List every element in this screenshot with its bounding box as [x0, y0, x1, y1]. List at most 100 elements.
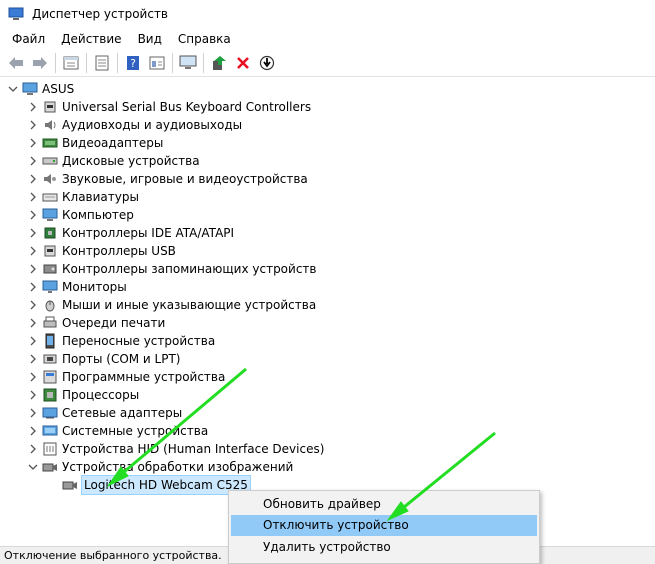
menu-bar: Файл Действие Вид Справка: [0, 28, 655, 50]
tree-item-label: Очереди печати: [62, 316, 166, 330]
tree-item-storage-controllers[interactable]: Контроллеры запоминающих устройств: [28, 260, 316, 278]
tree-item-usb-kbd-controllers[interactable]: Universal Serial Bus Keyboard Controller…: [28, 98, 311, 116]
tree-item-computer[interactable]: Компьютер: [28, 206, 134, 224]
toolbar: ?: [0, 50, 655, 77]
chevron-right-icon[interactable]: [28, 242, 38, 260]
tree-item-monitors[interactable]: Мониторы: [28, 278, 127, 296]
tree-item-mice[interactable]: Мыши и иные указывающие устройства: [28, 296, 316, 314]
tree-item-label: Контроллеры USB: [62, 244, 176, 258]
chevron-right-icon[interactable]: [28, 296, 38, 314]
chevron-right-icon[interactable]: [28, 350, 38, 368]
chevron-right-icon[interactable]: [28, 152, 38, 170]
tree-item-imaging-devices[interactable]: Устройства обработки изображений: [28, 458, 293, 476]
chevron-right-icon[interactable]: [28, 422, 38, 440]
tree-item-label: Видеоадаптеры: [62, 136, 164, 150]
tree-item-disk-drives[interactable]: Дисковые устройства: [28, 152, 200, 170]
toolbar-separator: [86, 53, 87, 73]
chevron-right-icon[interactable]: [28, 278, 38, 296]
chevron-down-icon[interactable]: [28, 458, 38, 476]
tree-item-usb-controllers[interactable]: Контроллеры USB: [28, 242, 176, 260]
tree-item-ide-controllers[interactable]: Контроллеры IDE ATA/ATAPI: [28, 224, 234, 242]
monitor-icon: [42, 279, 58, 295]
context-item-update-driver[interactable]: Обновить драйвер: [231, 494, 537, 515]
chip-icon: [42, 225, 58, 241]
network-icon: [42, 405, 58, 421]
tree-item-label: Звуковые, игровые и видеоустройства: [62, 172, 308, 186]
forward-arrow-icon[interactable]: [30, 53, 50, 73]
window-title: Диспетчер устройств: [32, 7, 169, 21]
menu-help[interactable]: Справка: [170, 32, 239, 46]
tree-root-label: ASUS: [42, 82, 75, 96]
device-manager-icon: [8, 7, 24, 21]
chevron-right-icon[interactable]: [28, 116, 38, 134]
refresh-icon[interactable]: [92, 53, 112, 73]
keyboard-icon: [42, 189, 58, 205]
menu-file[interactable]: Файл: [0, 32, 53, 46]
tree-item-audio-io[interactable]: Аудиовходы и аудиовыходы: [28, 116, 242, 134]
context-menu: Обновить драйвер Отключить устройство Уд…: [228, 490, 540, 564]
tree-item-video-adapters[interactable]: Видеоадаптеры: [28, 134, 163, 152]
tree-item-label: Порты (COM и LPT): [62, 352, 181, 366]
chevron-right-icon[interactable]: [28, 134, 38, 152]
chevron-right-icon[interactable]: [28, 332, 38, 350]
tree-item-print-queues[interactable]: Очереди печати: [28, 314, 165, 332]
tree-item-label: Мониторы: [62, 280, 127, 294]
chevron-right-icon[interactable]: [28, 170, 38, 188]
help-icon[interactable]: ?: [123, 53, 143, 73]
display-icon: [42, 135, 58, 151]
tree-item-label: Процессоры: [62, 388, 140, 402]
chevron-right-icon[interactable]: [28, 206, 38, 224]
tree-item-sound-video-game[interactable]: Звуковые, игровые и видеоустройства: [28, 170, 308, 188]
tree-item-hid-devices[interactable]: Устройства HID (Human Interface Devices): [28, 440, 324, 458]
tree-item-keyboards[interactable]: Клавиатуры: [28, 188, 139, 206]
tree-item-system-devices[interactable]: Системные устройства: [28, 422, 208, 440]
tree-item-label: Компьютер: [62, 208, 134, 222]
tree-item-webcam[interactable]: Logitech HD Webcam C525: [62, 475, 251, 495]
status-text: Отключение выбранного устройства.: [4, 549, 222, 562]
context-item-uninstall-device[interactable]: Удалить устройство: [231, 537, 537, 558]
tree-item-label: Мыши и иные указывающие устройства: [62, 298, 317, 312]
tree-root[interactable]: ASUS: [8, 80, 74, 98]
chevron-right-icon[interactable]: [28, 224, 38, 242]
hid-icon: [42, 441, 58, 457]
tree-item-label: Устройства HID (Human Interface Devices): [62, 442, 325, 456]
chevron-right-icon[interactable]: [28, 314, 38, 332]
chevron-right-icon[interactable]: [28, 260, 38, 278]
chevron-right-icon[interactable]: [28, 188, 38, 206]
properties-icon[interactable]: [61, 53, 81, 73]
usb-icon: [42, 99, 58, 115]
chevron-down-icon[interactable]: [8, 80, 18, 98]
context-item-disable-device[interactable]: Отключить устройство: [231, 515, 537, 536]
software-icon: [42, 369, 58, 385]
device-tree: ASUS Universal Serial Bus Keyboard Contro…: [0, 77, 655, 545]
chevron-right-icon[interactable]: [28, 404, 38, 422]
back-arrow-icon[interactable]: [6, 53, 26, 73]
tree-item-network-adapters[interactable]: Сетевые адаптеры: [28, 404, 182, 422]
tree-item-processors[interactable]: Процессоры: [28, 386, 139, 404]
update-driver-icon[interactable]: [209, 53, 229, 73]
tree-item-ports[interactable]: Порты (COM и LPT): [28, 350, 180, 368]
printer-icon: [42, 315, 58, 331]
chevron-right-icon[interactable]: [28, 98, 38, 116]
menu-view[interactable]: Вид: [130, 32, 170, 46]
view-icon[interactable]: [147, 53, 167, 73]
tree-item-label: Дисковые устройства: [62, 154, 200, 168]
tree-item-label: Программные устройства: [62, 370, 226, 384]
chevron-right-icon[interactable]: [28, 440, 38, 458]
monitor-icon[interactable]: [178, 53, 198, 73]
tree-item-label: Системные устройства: [62, 424, 209, 438]
chevron-right-icon[interactable]: [28, 368, 38, 386]
tree-item-label: Сетевые адаптеры: [62, 406, 183, 420]
tree-item-software-devices[interactable]: Программные устройства: [28, 368, 225, 386]
menu-action[interactable]: Действие: [53, 32, 129, 46]
disable-icon[interactable]: [257, 53, 277, 73]
svg-text:?: ?: [130, 57, 136, 70]
tree-item-label: Logitech HD Webcam C525: [81, 475, 251, 495]
remove-icon[interactable]: [233, 53, 253, 73]
tree-item-portable-devices[interactable]: Переносные устройства: [28, 332, 215, 350]
tree-item-label: Клавиатуры: [62, 190, 139, 204]
chevron-right-icon[interactable]: [28, 386, 38, 404]
tree-item-label: Контроллеры IDE ATA/ATAPI: [62, 226, 235, 240]
tree-item-label: Аудиовходы и аудиовыходы: [62, 118, 243, 132]
tree-item-label: Universal Serial Bus Keyboard Controller…: [62, 100, 312, 114]
